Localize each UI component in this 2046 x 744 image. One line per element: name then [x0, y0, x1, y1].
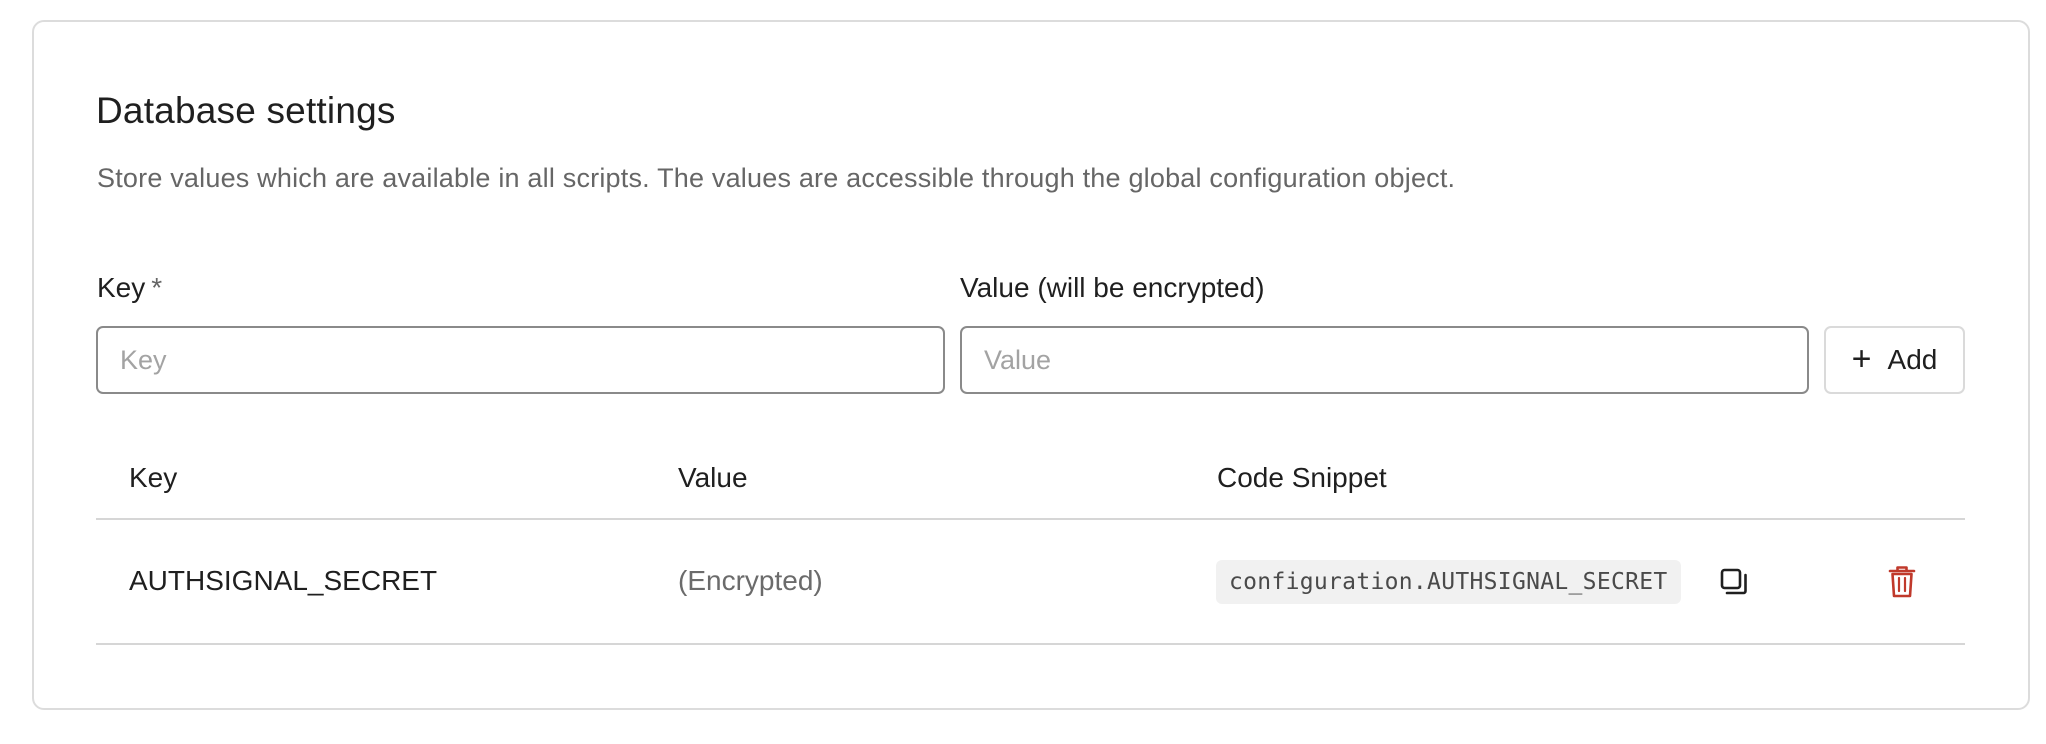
code-snippet: configuration.AUTHSIGNAL_SECRET — [1216, 560, 1681, 604]
row-divider — [96, 643, 1965, 645]
trash-icon — [1888, 566, 1916, 598]
plus-icon: + — [1851, 339, 1872, 378]
row-key: AUTHSIGNAL_SECRET — [129, 565, 438, 596]
copy-icon — [1720, 568, 1747, 595]
value-input[interactable] — [960, 326, 1809, 394]
column-header-code-snippet: Code Snippet — [1217, 462, 1387, 493]
section-title: Database settings — [96, 90, 396, 131]
copy-button[interactable] — [1716, 564, 1752, 600]
add-button-label: Add — [1887, 344, 1938, 375]
delete-button[interactable] — [1884, 562, 1920, 602]
header-divider — [96, 518, 1965, 520]
required-marker: * — [151, 272, 163, 303]
column-header-value: Value — [678, 462, 748, 493]
column-header-key: Key — [129, 462, 178, 493]
value-field-label: Value (will be encrypted) — [960, 272, 1265, 303]
key-input[interactable] — [96, 326, 945, 394]
key-label-text: Key — [97, 272, 146, 303]
add-button[interactable]: + Add — [1824, 326, 1965, 394]
row-value: (Encrypted) — [678, 565, 823, 596]
key-field-label: Key * — [97, 272, 162, 304]
section-description: Store values which are available in all … — [97, 163, 1456, 193]
